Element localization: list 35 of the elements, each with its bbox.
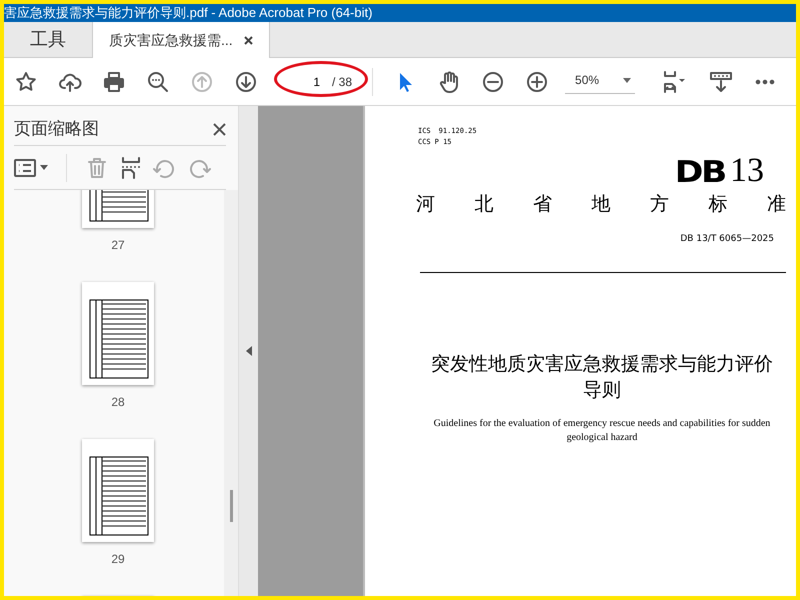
zoom-field[interactable]: 50%	[565, 69, 636, 94]
tab-label: 质灾害应急救援需...	[109, 30, 233, 50]
print-icon[interactable]	[102, 70, 126, 94]
scrollbar-thumb[interactable]	[230, 490, 233, 522]
document-subtitle: Guidelines for the evaluation of emergency rescue needs and capabilities for sudden geological hazard	[432, 417, 772, 445]
extract-pages-icon[interactable]	[119, 156, 143, 180]
logo-number: 13	[730, 154, 764, 188]
search-icon[interactable]	[146, 70, 170, 94]
page-thumbnail[interactable]	[82, 282, 154, 385]
page-number-label: 28	[111, 394, 125, 411]
zoom-value: 50%	[575, 72, 600, 89]
star-icon[interactable]	[14, 70, 38, 94]
page-total: / 38	[332, 74, 352, 90]
page-number-field[interactable]: 1	[298, 72, 320, 90]
caret-icon	[623, 78, 632, 82]
page-number-label: 29	[111, 551, 125, 568]
collapse-arrow-icon[interactable]	[246, 346, 252, 356]
scrollbar[interactable]	[224, 190, 238, 596]
page-number-label: 27	[111, 237, 125, 254]
zoom-in-icon[interactable]	[525, 70, 550, 94]
tab[interactable]: 工具	[4, 22, 92, 57]
arrow-down-circle-icon[interactable]	[234, 70, 258, 94]
issuer-heading: 河北省地方标准	[416, 192, 786, 217]
window-title: 害应急救援需求与能力评价导则.pdf - Adobe Acrobat Pro (64-bit)	[4, 4, 796, 22]
standard-code: DB 13/T 6065—2025	[679, 232, 774, 246]
logo-letters: DB	[674, 158, 726, 188]
fit-page-icon[interactable]	[662, 70, 686, 94]
page-thumbnail[interactable]	[82, 439, 154, 542]
read-mode-icon[interactable]	[709, 70, 734, 94]
sidebar-title: 页面缩略图	[14, 118, 99, 140]
document-title: 突发性地质灾害应急救援需求与能力评价导则	[430, 352, 774, 403]
tab[interactable]: 质灾害应急救援需...	[92, 22, 270, 58]
zoom-out-icon[interactable]	[481, 70, 506, 94]
close-icon[interactable]	[244, 36, 253, 44]
options-menu-icon[interactable]	[14, 158, 48, 176]
